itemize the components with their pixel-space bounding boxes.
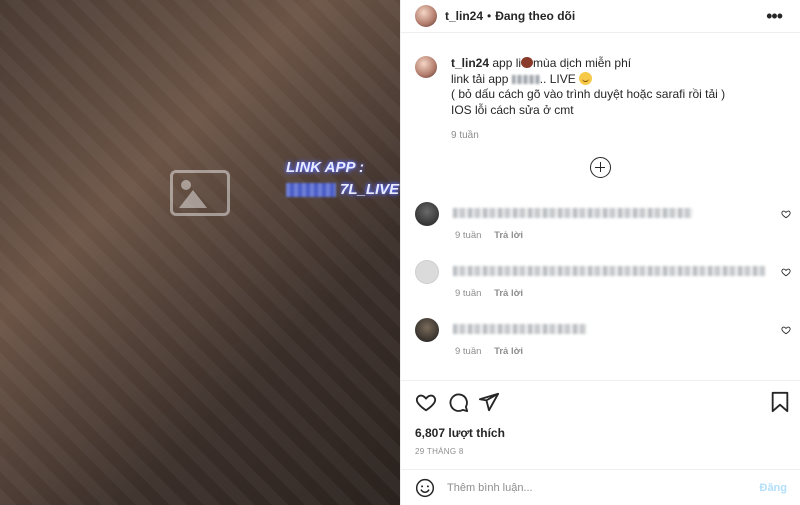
emoji-icon	[521, 57, 534, 68]
caption-line1: t_lin24 app li mùa dịch miễn phí	[451, 56, 725, 72]
comment-avatar[interactable]	[415, 260, 439, 284]
comment-input[interactable]	[447, 482, 737, 494]
like-comment-heart-icon[interactable]	[781, 267, 791, 277]
caption-line2: link tải app .. LIVE	[451, 71, 725, 88]
comment-avatar[interactable]	[415, 202, 439, 226]
save-bookmark-icon[interactable]	[770, 391, 790, 413]
caption-line3: ( bỏ dấu cách gõ vào trình duyệt hoặc sa…	[451, 87, 726, 101]
caption-avatar[interactable]	[415, 56, 437, 78]
overlay-redacted	[286, 183, 336, 197]
comment-bubble-icon[interactable]	[447, 391, 469, 413]
caption-time[interactable]: 9 tuần	[451, 128, 725, 144]
emoji-picker-icon[interactable]	[415, 478, 435, 498]
overlay-line2-suffix: 7L_LIVE	[340, 181, 400, 198]
caption-line4: IOS lỗi cách sửa ở cmt	[451, 102, 574, 117]
comment-meta: 9 tuần Trả lời	[455, 288, 523, 299]
like-comment-heart-icon[interactable]	[781, 325, 791, 335]
post-header: t_lin24 • Đang theo dõi •••	[401, 0, 800, 33]
share-paper-plane-icon[interactable]	[478, 391, 500, 413]
comment-text-blurred	[453, 324, 587, 334]
likes-count[interactable]: 6,807 lượt thích	[415, 426, 505, 440]
comment-meta: 9 tuần Trả lời	[455, 230, 523, 241]
like-comment-heart-icon[interactable]	[781, 209, 791, 219]
header-separator: •	[487, 9, 492, 23]
caption-line2-a: link tải app	[451, 71, 509, 86]
caption-line1-b: mùa dịch miễn phí	[533, 56, 632, 70]
like-heart-icon[interactable]	[415, 391, 437, 413]
header-username[interactable]: t_lin24	[445, 9, 483, 23]
reply-button[interactable]: Trả lời	[494, 230, 523, 241]
comment-time[interactable]: 9 tuần	[455, 288, 481, 299]
comment-time[interactable]: 9 tuần	[455, 346, 481, 357]
overlay-line2: 7L_LIVE	[286, 179, 399, 201]
add-comment-bar: Đăng	[401, 469, 800, 505]
caption-body: t_lin24 app li mùa dịch miễn phí link tải…	[451, 56, 725, 144]
reply-button[interactable]: Trả lời	[494, 288, 523, 299]
caption-line1-a: app li	[492, 56, 522, 70]
action-bar: 6,807 lượt thích 29 THÁNG 8 Đăng	[401, 380, 800, 505]
caption-line2-b: .. LIVE	[539, 71, 576, 86]
load-more-comments-icon[interactable]	[590, 157, 611, 178]
comment-time[interactable]: 9 tuần	[455, 230, 481, 241]
post-view: LINK APP : 7L_LIVE t_lin24 • Đang theo d…	[0, 0, 800, 505]
reply-button[interactable]: Trả lời	[494, 346, 523, 357]
image-placeholder-icon	[170, 170, 230, 216]
smile-emoji-icon	[579, 71, 593, 85]
caption-username[interactable]: t_lin24	[451, 56, 489, 70]
post-date[interactable]: 29 THÁNG 8	[415, 447, 464, 456]
caption: t_lin24 app li mùa dịch miễn phí link tải…	[401, 33, 800, 144]
comment-text-blurred	[453, 208, 693, 218]
avatar[interactable]	[415, 5, 437, 27]
post-comment-button[interactable]: Đăng	[760, 482, 788, 494]
post-media[interactable]: LINK APP : 7L_LIVE	[0, 0, 400, 505]
comment-text-blurred	[453, 266, 765, 276]
follow-status-button[interactable]: Đang theo dõi	[495, 9, 575, 23]
media-overlay-text: LINK APP : 7L_LIVE	[286, 157, 399, 201]
more-options-icon[interactable]: •••	[766, 6, 783, 27]
post-side-panel: t_lin24 • Đang theo dõi ••• t_lin24 app …	[400, 0, 800, 505]
overlay-line1: LINK APP :	[286, 159, 365, 176]
comment-avatar[interactable]	[415, 318, 439, 342]
media-placeholder	[0, 0, 400, 505]
redacted-text	[511, 74, 540, 84]
comment-meta: 9 tuần Trả lời	[455, 346, 523, 357]
